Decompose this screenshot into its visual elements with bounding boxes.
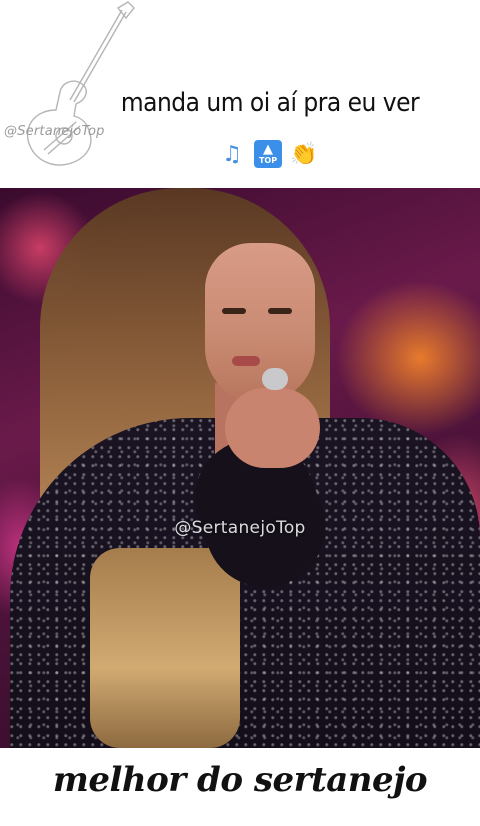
- footer: melhor do sertanejo: [0, 748, 480, 826]
- performer-eye-right: [268, 308, 292, 314]
- performer-eye-left: [222, 308, 246, 314]
- performer-hand: [225, 388, 320, 468]
- top-arrow-icon: ▲ TOP: [254, 140, 282, 168]
- performer-lips: [232, 356, 260, 366]
- video-watermark: @SertanejoTop: [174, 518, 306, 538]
- logo-text: @SertanejoTop: [4, 124, 105, 139]
- microphone-icon: [262, 368, 288, 390]
- caption-text: manda um oi aí pra eu ver: [118, 88, 422, 118]
- performer-hair-strands: [90, 548, 240, 748]
- performer-face: [205, 243, 315, 403]
- musical-notes-icon: ♫: [222, 141, 242, 167]
- video-frame[interactable]: @SertanejoTop: [0, 188, 480, 748]
- footer-text: melhor do sertanejo: [52, 760, 428, 800]
- emoji-row: ♫ ▲ TOP 👏: [216, 138, 320, 170]
- header: @SertanejoTop manda um oi aí pra eu ver …: [0, 0, 480, 188]
- caption: manda um oi aí pra eu ver: [0, 88, 480, 118]
- page: @SertanejoTop manda um oi aí pra eu ver …: [0, 0, 480, 826]
- clapping-hands-icon: 👏: [290, 141, 318, 167]
